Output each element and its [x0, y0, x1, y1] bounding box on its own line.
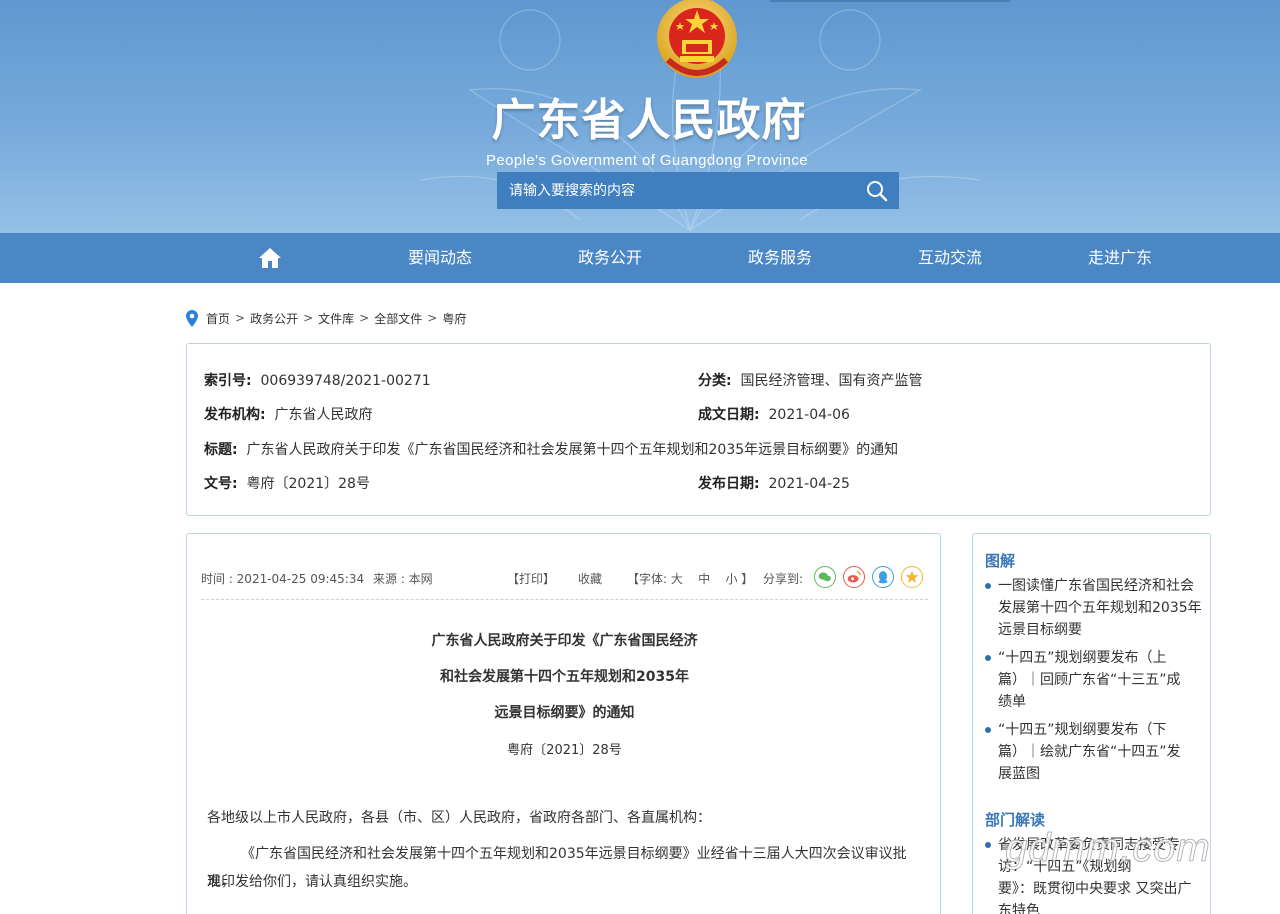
document-title-line-2: 和社会发展第十四个五年规划和2035年 — [440, 669, 689, 685]
meta-written-date: 成文日期: 2021-04-06 — [698, 404, 850, 424]
sidebar-section-department-interpretation: 部门解读 — [985, 811, 1046, 829]
breadcrumb-separator: > — [427, 311, 438, 325]
print-button[interactable]: 【打印】 — [507, 570, 555, 587]
search-box — [497, 172, 899, 209]
toolbar-divider — [201, 599, 928, 600]
wechat-icon[interactable] — [814, 566, 836, 588]
nav-about-guangdong[interactable]: 走进广东 — [1060, 233, 1180, 283]
sidebar-item-line: 篇）｜绘就广东省“十四五”发 — [998, 744, 1181, 760]
site-header: 广东省人民政府 People's Government of Guangdong… — [0, 0, 1280, 233]
qq-icon[interactable] — [872, 566, 894, 588]
article-toolbar: 时间 : 2021-04-25 09:45:34 来源 : 本网 【打印】 收藏… — [201, 564, 928, 598]
nav-news[interactable]: 要闻动态 — [380, 233, 500, 283]
breadcrumb-all-files[interactable]: 全部文件 — [374, 310, 422, 327]
sidebar-item-line: 省发展改革委负责同志接受专 — [998, 837, 1180, 853]
weibo-icon[interactable] — [843, 566, 865, 588]
meta-written-date-label: 成文日期: — [698, 407, 760, 423]
breadcrumb-home[interactable]: 首页 — [206, 310, 230, 327]
meta-title-value: 广东省人民政府关于印发《广东省国民经济和社会发展第十四个五年规划和2035年远景… — [246, 442, 899, 458]
sidebar-item-line: 东特色 — [998, 903, 1040, 914]
breadcrumb-gov-affairs[interactable]: 政务公开 — [250, 310, 298, 327]
font-size-medium[interactable]: 中 — [698, 572, 710, 586]
sidebar-item-line: 篇）｜回顾广东省“十三五”成 — [998, 672, 1181, 688]
breadcrumb-file-library[interactable]: 文件库 — [318, 310, 354, 327]
sidebar: 图解 一图读懂广东省国民经济和社会 发展第十四个五年规划和2035年 远景目标纲… — [972, 533, 1211, 914]
search-icon[interactable] — [865, 179, 889, 203]
nav-interaction[interactable]: 互动交流 — [890, 233, 1010, 283]
document-title-line-3: 远景目标纲要》的通知 — [494, 705, 635, 721]
location-pin-icon — [186, 309, 198, 327]
share-label: 分享到: — [763, 572, 804, 586]
meta-index-no-value: 006939748/2021-00271 — [260, 373, 431, 389]
meta-title-label: 标题: — [204, 442, 238, 458]
font-size-control: 【字体: 大 中 小 】 — [627, 570, 753, 587]
sidebar-section-infographics: 图解 — [985, 552, 1016, 570]
nav-home[interactable] — [240, 233, 300, 283]
sidebar-item-line: 一图读懂广东省国民经济和社会 — [998, 578, 1194, 594]
article-source: 来源 : 本网 — [373, 572, 433, 586]
sidebar-item-line: 发展第十四个五年规划和2035年 — [998, 600, 1202, 616]
meta-doc-no-value: 粤府〔2021〕28号 — [246, 476, 370, 492]
search-input[interactable] — [497, 172, 847, 209]
document-body-line-2: 现印发给你们，请认真组织实施。 — [207, 874, 417, 890]
sidebar-item-interpretation-1[interactable]: 省发展改革委负责同志接受专 访：“十四五”《规划纲 要》：既贯彻中央要求 又突出… — [985, 834, 1205, 914]
font-size-suffix: 】 — [741, 572, 754, 586]
sidebar-item-line: “十四五”规划纲要发布（下 — [998, 722, 1167, 738]
meta-category-label: 分类: — [698, 373, 732, 389]
home-icon — [259, 248, 281, 268]
breadcrumb-separator: > — [303, 311, 314, 325]
meta-publish-date: 发布日期: 2021-04-25 — [698, 473, 850, 493]
sidebar-item-line: 远景目标纲要 — [998, 622, 1082, 638]
meta-written-date-value: 2021-04-06 — [768, 407, 850, 423]
breadcrumb-separator: > — [235, 311, 246, 325]
article-time: 时间 : 2021-04-25 09:45:34 — [201, 572, 365, 586]
breadcrumb: 首页 > 政务公开 > 文件库 > 全部文件 > 粤府 — [186, 308, 466, 328]
top-tab-hint — [770, 0, 1010, 2]
sidebar-item-infographic-2[interactable]: “十四五”规划纲要发布（上 篇）｜回顾广东省“十三五”成 绩单 — [985, 647, 1205, 713]
meta-doc-no-label: 文号: — [204, 476, 238, 492]
document-meta-box: 索引号: 006939748/2021-00271 分类: 国民经济管理、国有资… — [186, 343, 1211, 516]
national-emblem-icon — [657, 0, 737, 78]
font-size-large[interactable]: 大 — [671, 572, 683, 586]
meta-index-no-label: 索引号: — [204, 373, 252, 389]
sidebar-item-line: 访：“十四五”《规划纲 — [998, 859, 1132, 875]
meta-index-no: 索引号: 006939748/2021-00271 — [204, 370, 431, 390]
meta-category: 分类: 国民经济管理、国有资产监管 — [698, 370, 923, 390]
main-nav: 要闻动态 政务公开 政务服务 互动交流 走进广东 — [0, 233, 1280, 283]
favorite-button[interactable]: 收藏 — [578, 570, 602, 587]
meta-publisher: 发布机构: 广东省人民政府 — [204, 404, 373, 424]
document-number: 粤府〔2021〕28号 — [507, 743, 622, 758]
meta-publisher-value: 广东省人民政府 — [274, 407, 373, 423]
nav-gov-services[interactable]: 政务服务 — [720, 233, 840, 283]
meta-doc-no: 文号: 粤府〔2021〕28号 — [204, 473, 370, 493]
meta-category-value: 国民经济管理、国有资产监管 — [740, 373, 923, 389]
sidebar-item-line: 要》：既贯彻中央要求 又突出广 — [998, 881, 1192, 897]
font-size-small[interactable]: 小 — [725, 572, 737, 586]
sidebar-item-infographic-1[interactable]: 一图读懂广东省国民经济和社会 发展第十四个五年规划和2035年 远景目标纲要 — [985, 575, 1205, 641]
breadcrumb-separator: > — [359, 311, 370, 325]
sidebar-item-line: 展蓝图 — [998, 766, 1040, 782]
sidebar-item-line: 绩单 — [998, 694, 1026, 710]
breadcrumb-yuefu[interactable]: 粤府 — [442, 310, 466, 327]
qzone-icon[interactable] — [901, 566, 923, 588]
nav-gov-affairs[interactable]: 政务公开 — [550, 233, 670, 283]
sidebar-item-line: “十四五”规划纲要发布（上 — [998, 650, 1167, 666]
document-title-line-1: 广东省人民政府关于印发《广东省国民经济 — [431, 633, 698, 649]
document-addressee: 各地级以上市人民政府，各县（市、区）人民政府，省政府各部门、各直属机构： — [207, 810, 711, 826]
meta-publish-date-label: 发布日期: — [698, 476, 760, 492]
article-panel: 时间 : 2021-04-25 09:45:34 来源 : 本网 【打印】 收藏… — [186, 533, 941, 914]
meta-publisher-label: 发布机构: — [204, 407, 266, 423]
meta-publish-date-value: 2021-04-25 — [768, 476, 850, 492]
font-size-prefix: 【字体: — [627, 572, 668, 586]
meta-title: 标题: 广东省人民政府关于印发《广东省国民经济和社会发展第十四个五年规划和203… — [204, 439, 898, 459]
sidebar-item-infographic-3[interactable]: “十四五”规划纲要发布（下 篇）｜绘就广东省“十四五”发 展蓝图 — [985, 719, 1205, 785]
